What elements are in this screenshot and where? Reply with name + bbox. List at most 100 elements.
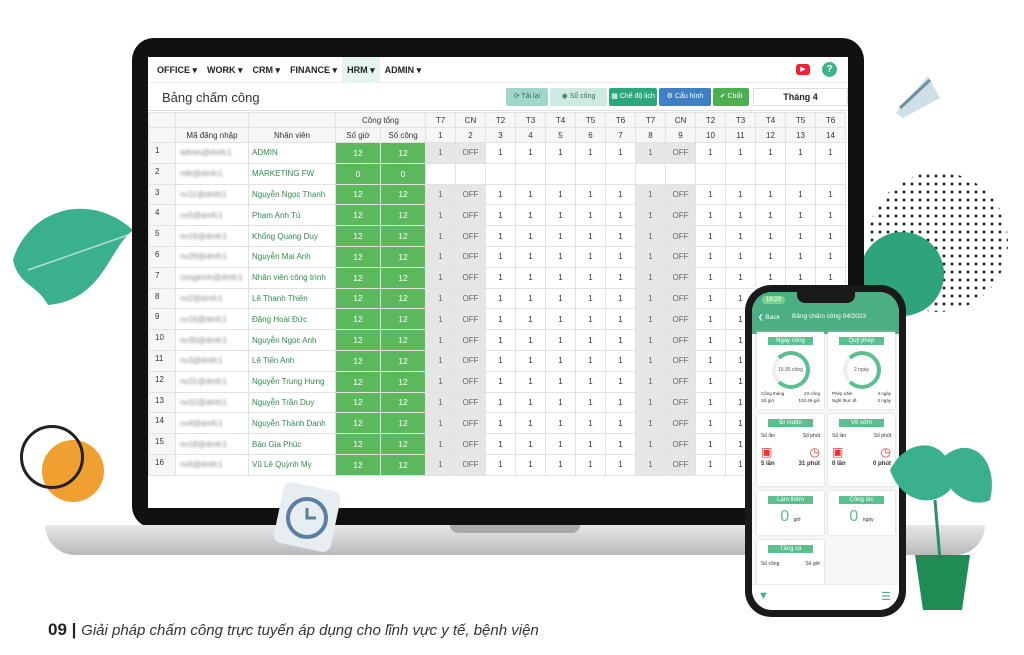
day-cell[interactable]: 1: [725, 204, 756, 227]
employee-name[interactable]: MARKETING FW: [248, 162, 336, 185]
day-cell[interactable]: 1: [605, 453, 636, 476]
day-cell[interactable]: OFF: [665, 391, 696, 414]
table-row[interactable]: 16 nv6@dmfc1 Vũ Lê Quỳnh My 12 12 1 OFF 1 1 1 1 1 1 O…: [148, 453, 846, 476]
menu-item[interactable]: CRM ▾: [248, 57, 286, 83]
day-cell[interactable]: 1: [575, 433, 606, 455]
day-cell[interactable]: 1: [605, 349, 636, 372]
employee-name[interactable]: Lê Thanh Thiên: [248, 287, 336, 310]
day-cell[interactable]: OFF: [665, 349, 696, 372]
day-cell[interactable]: 1: [725, 245, 756, 268]
table-row[interactable]: 9 nv16@dmfc1 Đặng Hoài Đức 12 12 1 OFF 1 1 1 1 1 1 OF…: [148, 308, 846, 331]
day-cell[interactable]: 1: [545, 245, 576, 268]
day-cell[interactable]: 1: [785, 183, 816, 206]
day-cell[interactable]: 1: [755, 204, 786, 227]
table-row[interactable]: 3 nv11@dmfc1 Nguyễn Ngọc Thanh 12 12 1 OFF 1 1 1 1…: [148, 183, 846, 206]
day-cell[interactable]: 1: [695, 142, 726, 164]
day-cell[interactable]: 1: [605, 329, 636, 351]
day-cell[interactable]: 1: [635, 183, 666, 206]
day-cell[interactable]: 1: [425, 308, 456, 331]
day-cell[interactable]: 1: [515, 266, 546, 289]
day-cell[interactable]: OFF: [665, 433, 696, 455]
day-cell[interactable]: 1: [515, 204, 546, 227]
day-cell[interactable]: 1: [575, 329, 606, 351]
day-cell[interactable]: 1: [515, 329, 546, 351]
day-cell[interactable]: 1: [545, 266, 576, 289]
day-cell[interactable]: OFF: [665, 329, 696, 351]
card-ngay-cong[interactable]: Ngày công 15.95 công Công tháng 23 công S…: [757, 332, 824, 409]
day-cell[interactable]: 1: [695, 287, 726, 310]
day-cell[interactable]: 1: [605, 370, 636, 393]
employee-name[interactable]: Đặng Hoài Đức: [248, 308, 336, 331]
day-cell[interactable]: 1: [695, 308, 726, 331]
toolbar-button[interactable]: ▦ Chế độ lịch: [609, 88, 657, 106]
table-row[interactable]: 6 nv29@dmfc1 Nguyễn Mai Anh 12 12 1 OFF 1 1 1 1 1 1 O…: [148, 245, 846, 268]
employee-name[interactable]: Phạm Anh Tú: [248, 204, 336, 227]
day-cell[interactable]: 1: [425, 349, 456, 372]
day-cell[interactable]: 1: [695, 412, 726, 435]
day-cell[interactable]: 1: [605, 142, 636, 164]
day-cell[interactable]: OFF: [665, 266, 696, 289]
day-cell[interactable]: 1: [425, 287, 456, 310]
day-cell[interactable]: 1: [575, 370, 606, 393]
day-cell[interactable]: 1: [725, 225, 756, 247]
day-cell[interactable]: 1: [575, 142, 606, 164]
day-cell[interactable]: 1: [485, 391, 516, 414]
day-cell[interactable]: 1: [635, 287, 666, 310]
day-cell[interactable]: 1: [515, 183, 546, 206]
table-row[interactable]: 8 nv2@dmfc1 Lê Thanh Thiên 12 12 1 OFF 1 1 1 1 1 1 OF…: [148, 287, 846, 310]
day-cell[interactable]: 1: [785, 225, 816, 247]
filter-icon[interactable]: ▼: [758, 590, 769, 602]
day-cell[interactable]: 1: [515, 225, 546, 247]
employee-name[interactable]: Nguyễn Trần Duy: [248, 391, 336, 414]
day-cell[interactable]: [635, 162, 666, 185]
day-cell[interactable]: 1: [815, 245, 846, 268]
table-row[interactable]: 4 nv5@dmfc1 Phạm Anh Tú 12 12 1 OFF 1 1 1 1 1 1 OFF 1 1…: [148, 204, 846, 227]
day-cell[interactable]: 1: [425, 225, 456, 247]
day-cell[interactable]: 1: [635, 370, 666, 393]
day-cell[interactable]: 1: [695, 329, 726, 351]
day-cell[interactable]: 1: [485, 183, 516, 206]
employee-name[interactable]: Lê Tiến Anh: [248, 349, 336, 372]
day-cell[interactable]: 1: [575, 266, 606, 289]
day-cell[interactable]: 1: [545, 183, 576, 206]
day-cell[interactable]: 1: [635, 329, 666, 351]
day-cell[interactable]: 1: [485, 453, 516, 476]
day-cell[interactable]: OFF: [665, 183, 696, 206]
day-cell[interactable]: 1: [635, 245, 666, 268]
day-cell[interactable]: OFF: [665, 287, 696, 310]
day-cell[interactable]: 1: [635, 204, 666, 227]
day-cell[interactable]: OFF: [665, 370, 696, 393]
day-cell[interactable]: 1: [815, 142, 846, 164]
day-cell[interactable]: 1: [695, 183, 726, 206]
day-cell[interactable]: 1: [725, 266, 756, 289]
day-cell[interactable]: 1: [545, 433, 576, 455]
day-cell[interactable]: OFF: [665, 142, 696, 164]
day-cell[interactable]: OFF: [455, 287, 486, 310]
day-cell[interactable]: 1: [635, 142, 666, 164]
day-cell[interactable]: [455, 162, 486, 185]
day-cell[interactable]: 1: [485, 349, 516, 372]
employee-name[interactable]: Nguyễn Trung Hưng: [248, 370, 336, 393]
day-cell[interactable]: 1: [635, 349, 666, 372]
day-cell[interactable]: 1: [755, 245, 786, 268]
day-cell[interactable]: [485, 162, 516, 185]
employee-name[interactable]: Khổng Quang Duy: [248, 225, 336, 247]
day-cell[interactable]: OFF: [665, 412, 696, 435]
day-cell[interactable]: OFF: [455, 412, 486, 435]
day-cell[interactable]: 1: [635, 453, 666, 476]
day-cell[interactable]: 1: [755, 225, 786, 247]
day-cell[interactable]: OFF: [455, 453, 486, 476]
day-cell[interactable]: 1: [425, 245, 456, 268]
table-row[interactable]: 13 nv32@dmfc1 Nguyễn Trần Duy 12 12 1 OFF 1 1 1 1 1…: [148, 391, 846, 414]
day-cell[interactable]: 1: [635, 412, 666, 435]
day-cell[interactable]: 1: [605, 308, 636, 331]
day-cell[interactable]: 1: [545, 412, 576, 435]
day-cell[interactable]: 1: [425, 329, 456, 351]
day-cell[interactable]: 1: [545, 349, 576, 372]
day-cell[interactable]: 1: [575, 183, 606, 206]
day-cell[interactable]: 1: [695, 391, 726, 414]
table-row[interactable]: 14 nv4@dmfc1 Nguyễn Thành Danh 12 12 1 OFF 1 1 1 1…: [148, 412, 846, 435]
day-cell[interactable]: OFF: [455, 142, 486, 164]
day-cell[interactable]: OFF: [665, 453, 696, 476]
day-cell[interactable]: 1: [485, 266, 516, 289]
